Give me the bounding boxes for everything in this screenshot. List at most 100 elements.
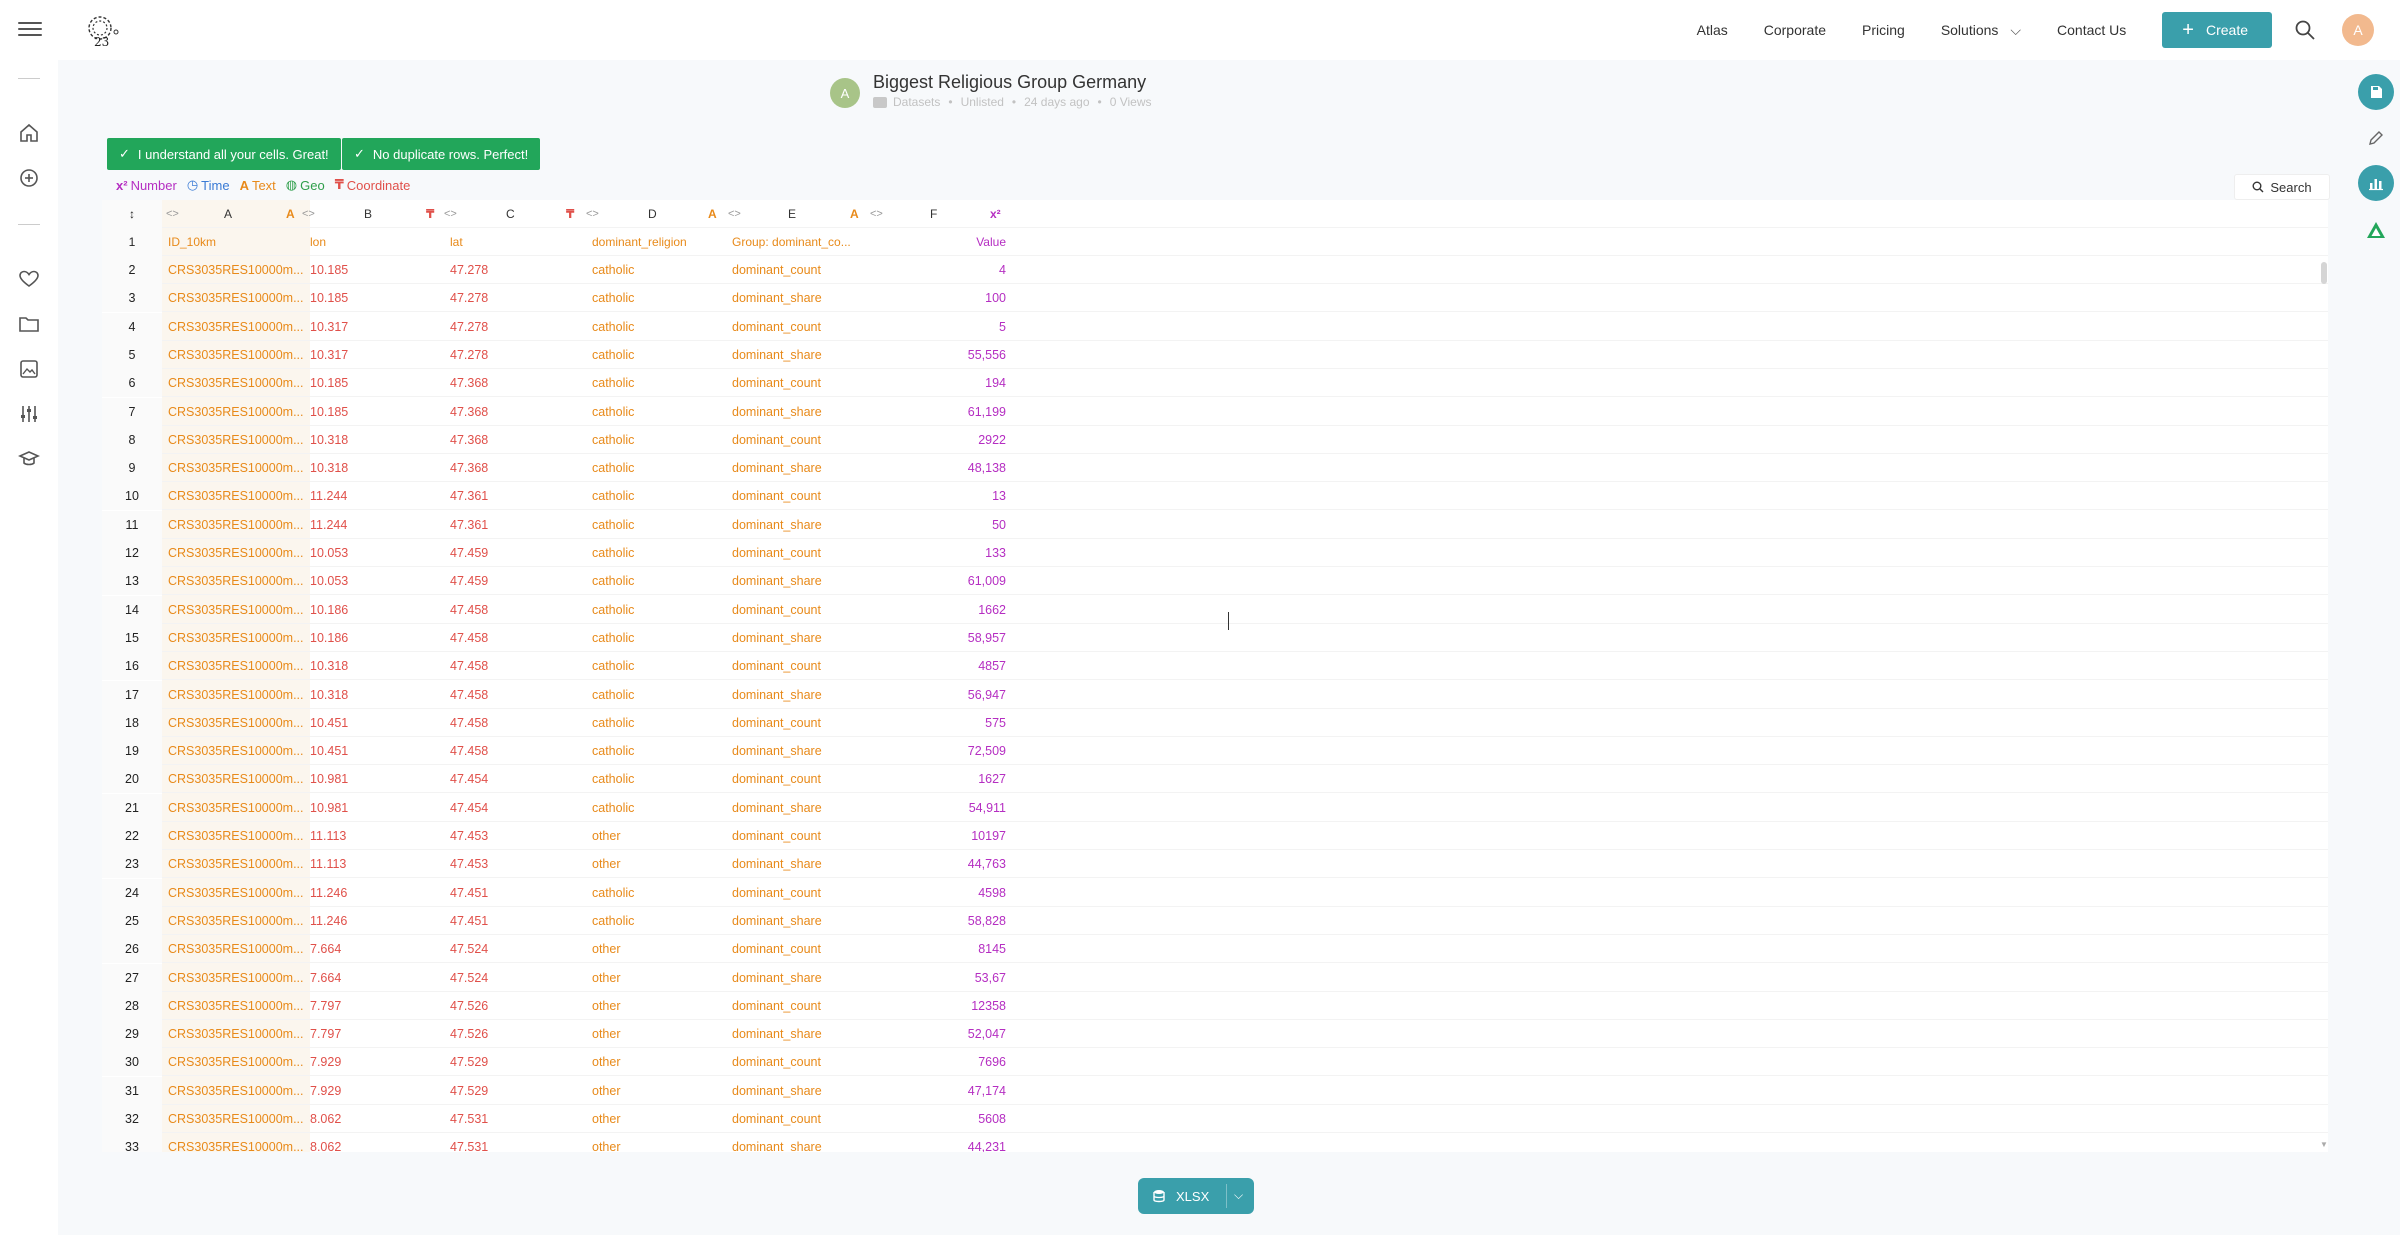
cell-value[interactable]: 5	[882, 313, 1006, 341]
table-search-button[interactable]: Search	[2234, 174, 2330, 200]
cell-value[interactable]: 1662	[882, 596, 1006, 624]
column-letter-b[interactable]: B	[364, 200, 372, 228]
cell-value[interactable]: 133	[882, 539, 1006, 567]
cell-value[interactable]: 575	[882, 709, 1006, 737]
cell-lon[interactable]: 10.053	[310, 539, 440, 567]
graduation-cap-icon[interactable]	[18, 448, 40, 470]
cell-id[interactable]: CRS3035RES10000m...	[168, 992, 304, 1020]
cell-religion[interactable]: other	[592, 935, 722, 963]
cell-id[interactable]: CRS3035RES10000m...	[168, 737, 304, 765]
cell-group[interactable]: dominant_share	[732, 398, 862, 426]
code-icon[interactable]: <>	[870, 200, 883, 228]
cell-lon[interactable]: 10.318	[310, 681, 440, 709]
cell-id[interactable]: CRS3035RES10000m...	[168, 539, 304, 567]
cell-id[interactable]: CRS3035RES10000m...	[168, 964, 304, 992]
cell-id[interactable]: CRS3035RES10000m...	[168, 398, 304, 426]
cell-religion[interactable]: other	[592, 1048, 722, 1076]
cell-lat[interactable]: 47.278	[450, 256, 580, 284]
cell-id[interactable]: CRS3035RES10000m...	[168, 879, 304, 907]
cell-religion[interactable]: catholic	[592, 765, 722, 793]
cell-religion[interactable]: catholic	[592, 398, 722, 426]
search-icon[interactable]	[2294, 19, 2316, 41]
cell-group[interactable]: dominant_share	[732, 511, 862, 539]
cell-id[interactable]: CRS3035RES10000m...	[168, 1020, 304, 1048]
cell-lon[interactable]: 10.185	[310, 256, 440, 284]
cell-lat[interactable]: 47.458	[450, 624, 580, 652]
cell-group[interactable]: dominant_count	[732, 256, 862, 284]
cell-religion[interactable]: catholic	[592, 426, 722, 454]
cell-lat[interactable]: 47.368	[450, 369, 580, 397]
cell-lon[interactable]: 10.451	[310, 709, 440, 737]
cell-lat[interactable]: 47.458	[450, 737, 580, 765]
cell-value[interactable]: 4598	[882, 879, 1006, 907]
cell-value[interactable]: 100	[882, 284, 1006, 312]
cell-value[interactable]: 72,509	[882, 737, 1006, 765]
cell-lat[interactable]: 47.278	[450, 341, 580, 369]
cell-religion[interactable]: other	[592, 1020, 722, 1048]
cell-lon[interactable]: 10.317	[310, 341, 440, 369]
cell-religion[interactable]: catholic	[592, 737, 722, 765]
cell-group[interactable]: dominant_share	[732, 1133, 862, 1152]
cell-id[interactable]: CRS3035RES10000m...	[168, 1133, 304, 1152]
cell-id[interactable]: CRS3035RES10000m...	[168, 624, 304, 652]
cell-lon[interactable]: 7.664	[310, 935, 440, 963]
header-cell-e[interactable]: Group: dominant_co...	[732, 228, 862, 256]
cell-group[interactable]: dominant_share	[732, 907, 862, 935]
cell-lon[interactable]: 7.929	[310, 1048, 440, 1076]
cell-lon[interactable]: 10.451	[310, 737, 440, 765]
cell-religion[interactable]: catholic	[592, 511, 722, 539]
user-avatar[interactable]: A	[2342, 14, 2374, 46]
cell-religion[interactable]: catholic	[592, 567, 722, 595]
number-type-icon[interactable]: x²	[990, 200, 1001, 228]
cell-religion[interactable]: catholic	[592, 539, 722, 567]
cell-religion[interactable]: catholic	[592, 709, 722, 737]
cell-value[interactable]: 44,763	[882, 850, 1006, 878]
header-cell-a[interactable]: ID_10km	[168, 228, 304, 256]
cell-group[interactable]: dominant_share	[732, 681, 862, 709]
vertical-scrollbar[interactable]	[2321, 262, 2327, 284]
column-letter-c[interactable]: C	[506, 200, 515, 228]
cell-value[interactable]: 55,556	[882, 341, 1006, 369]
cell-lon[interactable]: 11.246	[310, 879, 440, 907]
cell-id[interactable]: CRS3035RES10000m...	[168, 765, 304, 793]
nav-atlas[interactable]: Atlas	[1697, 22, 1728, 38]
cell-value[interactable]: 13	[882, 482, 1006, 510]
column-letter-e[interactable]: E	[788, 200, 796, 228]
cell-id[interactable]: CRS3035RES10000m...	[168, 652, 304, 680]
folder-icon[interactable]	[18, 313, 40, 335]
sort-corner[interactable]: ↕	[102, 200, 162, 228]
cell-religion[interactable]: other	[592, 992, 722, 1020]
code-icon[interactable]: <>	[586, 200, 599, 228]
cell-lat[interactable]: 47.278	[450, 313, 580, 341]
cell-value[interactable]: 58,828	[882, 907, 1006, 935]
nav-solutions[interactable]: Solutions ⌵	[1941, 22, 2021, 39]
cell-id[interactable]: CRS3035RES10000m...	[168, 709, 304, 737]
cell-value[interactable]: 52,047	[882, 1020, 1006, 1048]
cell-id[interactable]: CRS3035RES10000m...	[168, 794, 304, 822]
cell-religion[interactable]: other	[592, 1133, 722, 1152]
cell-lat[interactable]: 47.531	[450, 1133, 580, 1152]
cell-value[interactable]: 50	[882, 511, 1006, 539]
cell-lon[interactable]: 7.929	[310, 1077, 440, 1105]
cell-value[interactable]: 194	[882, 369, 1006, 397]
cell-lat[interactable]: 47.459	[450, 539, 580, 567]
cell-religion[interactable]: catholic	[592, 369, 722, 397]
cell-lat[interactable]: 47.458	[450, 652, 580, 680]
cell-lon[interactable]: 11.113	[310, 850, 440, 878]
cell-religion[interactable]: other	[592, 1077, 722, 1105]
header-cell-d[interactable]: dominant_religion	[592, 228, 722, 256]
cell-id[interactable]: CRS3035RES10000m...	[168, 369, 304, 397]
cell-id[interactable]: CRS3035RES10000m...	[168, 1048, 304, 1076]
cell-religion[interactable]: catholic	[592, 681, 722, 709]
cell-religion[interactable]: catholic	[592, 907, 722, 935]
cell-group[interactable]: dominant_count	[732, 652, 862, 680]
chevron-down-icon[interactable]: ⌵	[1234, 1188, 1243, 1203]
cell-lon[interactable]: 7.664	[310, 964, 440, 992]
cell-value[interactable]: 44,231	[882, 1133, 1006, 1152]
cell-lat[interactable]: 47.531	[450, 1105, 580, 1133]
code-icon[interactable]: <>	[302, 200, 315, 228]
app-logo[interactable]: 23	[80, 12, 122, 48]
cell-value[interactable]: 53,67	[882, 964, 1006, 992]
cell-lon[interactable]: 10.318	[310, 454, 440, 482]
cell-value[interactable]: 10197	[882, 822, 1006, 850]
